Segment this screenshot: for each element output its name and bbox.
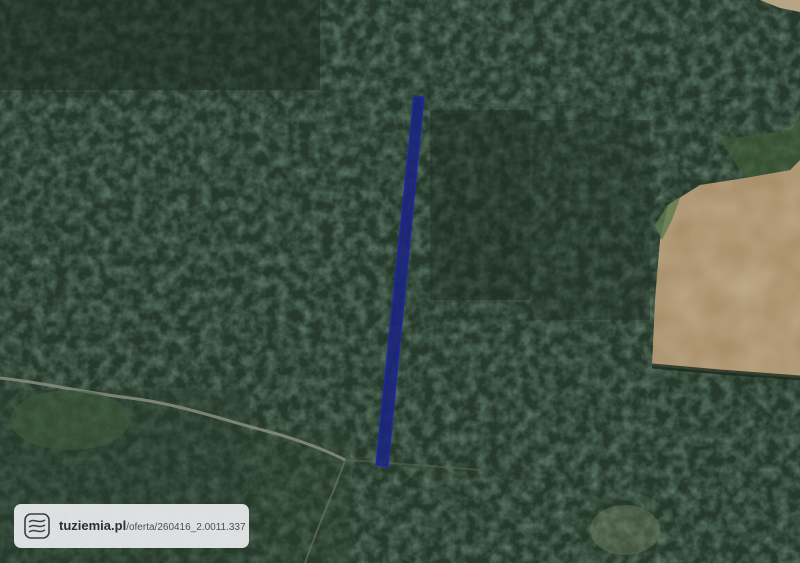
clearing — [590, 505, 660, 555]
forest-stand — [430, 110, 530, 300]
clearing — [10, 390, 130, 450]
watermark-domain: tuziemia.pl — [59, 518, 127, 533]
satellite-map[interactable]: tuziemia.pl/oferta/260416_2.0011.337 — [0, 0, 800, 563]
watermark-badge[interactable]: tuziemia.pl/oferta/260416_2.0011.337 — [14, 504, 249, 548]
forest-stand — [530, 120, 650, 320]
forest-stand — [0, 0, 320, 90]
forest-stand — [250, 430, 350, 563]
map-imagery — [0, 0, 800, 563]
watermark-offer-path: /oferta/260416_2.0011.337 — [126, 522, 246, 533]
watermark-text: tuziemia.pl/oferta/260416_2.0011.337 — [59, 518, 246, 534]
contour-lines-icon — [24, 513, 50, 539]
